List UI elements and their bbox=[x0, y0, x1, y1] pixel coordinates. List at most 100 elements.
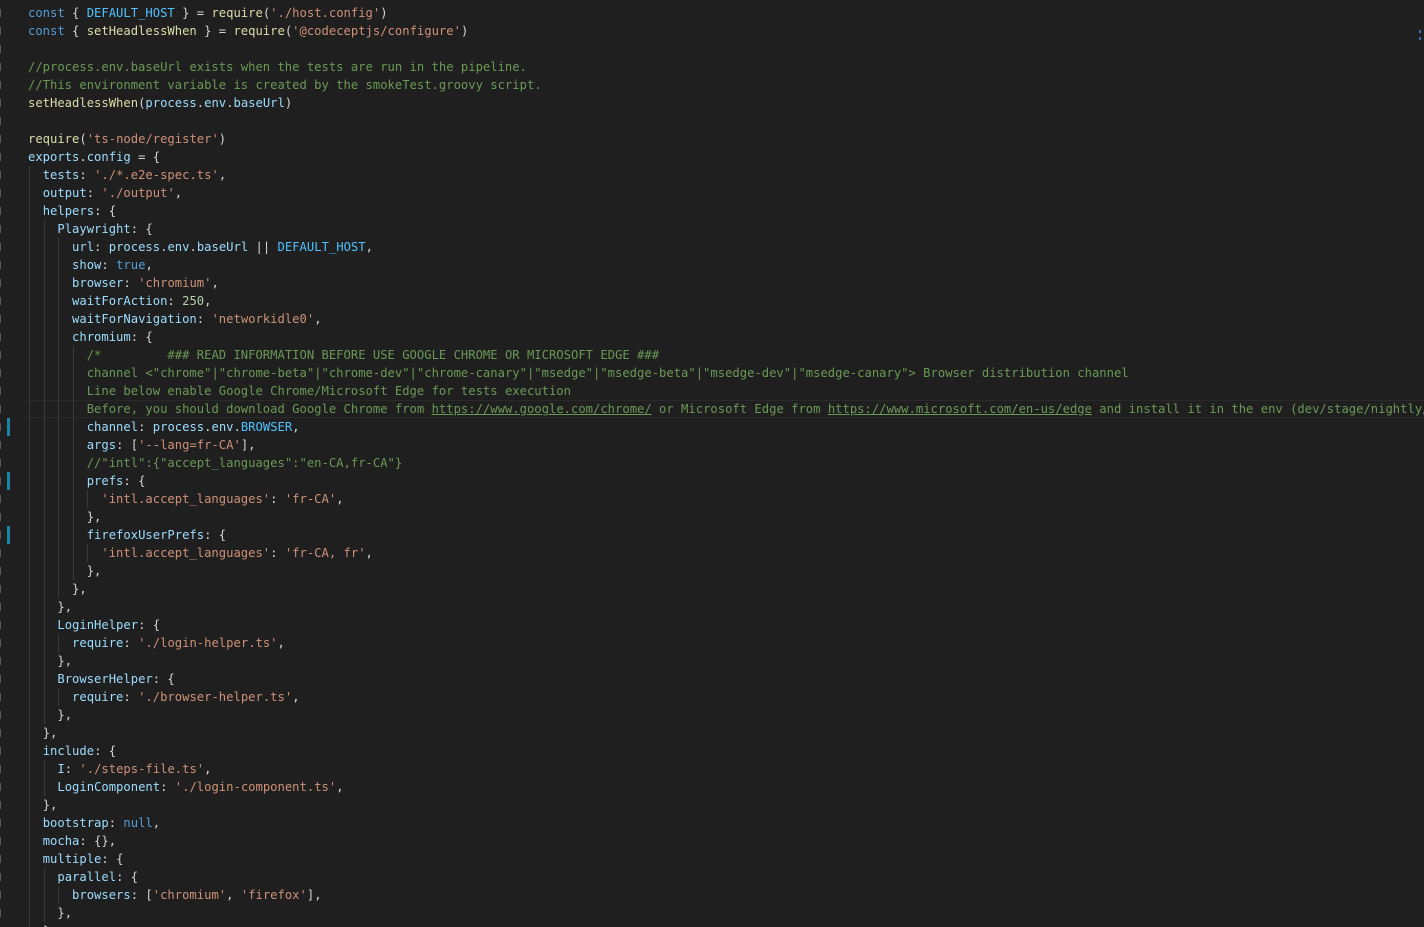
code-line[interactable]: parallel: { bbox=[28, 868, 1424, 886]
gutter-line[interactable] bbox=[0, 292, 14, 310]
code-line[interactable]: }, bbox=[28, 796, 1424, 814]
gutter-line[interactable] bbox=[0, 634, 14, 652]
code-line[interactable]: Playwright: { bbox=[28, 220, 1424, 238]
code-line[interactable]: LoginHelper: { bbox=[28, 616, 1424, 634]
code-line[interactable]: }, bbox=[28, 652, 1424, 670]
gutter-line[interactable] bbox=[0, 76, 14, 94]
code-line[interactable]: waitForNavigation: 'networkidle0', bbox=[28, 310, 1424, 328]
code-line[interactable]: args: ['--lang=fr-CA'], bbox=[28, 436, 1424, 454]
gutter-line[interactable] bbox=[0, 850, 14, 868]
code-line[interactable] bbox=[28, 112, 1424, 130]
code-line[interactable]: }, bbox=[28, 922, 1424, 927]
gutter-line[interactable] bbox=[0, 130, 14, 148]
gutter-line[interactable] bbox=[0, 310, 14, 328]
code-line[interactable]: require: './browser-helper.ts', bbox=[28, 688, 1424, 706]
code-line[interactable]: channel: process.env.BROWSER, bbox=[28, 418, 1424, 436]
gutter-line[interactable] bbox=[0, 688, 14, 706]
code-line[interactable]: multiple: { bbox=[28, 850, 1424, 868]
code-line[interactable]: waitForAction: 250, bbox=[28, 292, 1424, 310]
code-line[interactable]: require('ts-node/register') bbox=[28, 130, 1424, 148]
gutter-line[interactable] bbox=[0, 40, 14, 58]
gutter-line[interactable] bbox=[0, 220, 14, 238]
gutter-line[interactable] bbox=[0, 328, 14, 346]
gutter-line[interactable] bbox=[0, 796, 14, 814]
gutter-line[interactable] bbox=[0, 184, 14, 202]
code-line[interactable]: 'intl.accept_languages': 'fr-CA', bbox=[28, 490, 1424, 508]
code-line[interactable]: }, bbox=[28, 904, 1424, 922]
code-line[interactable]: I: './steps-file.ts', bbox=[28, 760, 1424, 778]
code-line[interactable]: helpers: { bbox=[28, 202, 1424, 220]
code-editor[interactable]: const { DEFAULT_HOST } = require('./host… bbox=[0, 0, 1424, 927]
gutter-line[interactable] bbox=[0, 238, 14, 256]
gutter-line[interactable] bbox=[0, 886, 14, 904]
code-line[interactable]: channel <"chrome"|"chrome-beta"|"chrome-… bbox=[28, 364, 1424, 382]
modified-line-indicator[interactable] bbox=[7, 472, 10, 490]
code-line[interactable]: //"intl":{"accept_languages":"en-CA,fr-C… bbox=[28, 454, 1424, 472]
gutter-line[interactable] bbox=[0, 418, 14, 436]
code-line[interactable]: BrowserHelper: { bbox=[28, 670, 1424, 688]
code-line[interactable]: Line below enable Google Chrome/Microsof… bbox=[28, 382, 1424, 400]
code-line[interactable]: }, bbox=[28, 598, 1424, 616]
gutter-line[interactable] bbox=[0, 58, 14, 76]
code-line[interactable]: }, bbox=[28, 706, 1424, 724]
gutter-line[interactable] bbox=[0, 598, 14, 616]
gutter-line[interactable] bbox=[0, 706, 14, 724]
code-line[interactable]: const { DEFAULT_HOST } = require('./host… bbox=[28, 4, 1424, 22]
code-line[interactable]: Before, you should download Google Chrom… bbox=[28, 400, 1424, 418]
gutter-line[interactable] bbox=[0, 742, 14, 760]
scrollbar-overview-ruler[interactable] bbox=[1419, 30, 1422, 50]
code-line[interactable]: //process.env.baseUrl exists when the te… bbox=[28, 58, 1424, 76]
code-line[interactable]: }, bbox=[28, 724, 1424, 742]
code-line[interactable]: const { setHeadlessWhen } = require('@co… bbox=[28, 22, 1424, 40]
code-line[interactable]: browser: 'chromium', bbox=[28, 274, 1424, 292]
code-line[interactable]: //This environment variable is created b… bbox=[28, 76, 1424, 94]
code-line[interactable]: }, bbox=[28, 580, 1424, 598]
gutter-line[interactable] bbox=[0, 832, 14, 850]
code-line[interactable]: mocha: {}, bbox=[28, 832, 1424, 850]
code-line[interactable]: /* ### READ INFORMATION BEFORE USE GOOGL… bbox=[28, 346, 1424, 364]
code-line[interactable]: prefs: { bbox=[28, 472, 1424, 490]
gutter-line[interactable] bbox=[0, 94, 14, 112]
gutter-line[interactable] bbox=[0, 454, 14, 472]
gutter-line[interactable] bbox=[0, 652, 14, 670]
code-line[interactable]: bootstrap: null, bbox=[28, 814, 1424, 832]
gutter-line[interactable] bbox=[0, 400, 14, 418]
gutter-line[interactable] bbox=[0, 868, 14, 886]
gutter-line[interactable] bbox=[0, 436, 14, 454]
code-line[interactable]: output: './output', bbox=[28, 184, 1424, 202]
code-line[interactable]: require: './login-helper.ts', bbox=[28, 634, 1424, 652]
code-line[interactable]: }, bbox=[28, 508, 1424, 526]
gutter-line[interactable] bbox=[0, 760, 14, 778]
gutter-line[interactable] bbox=[0, 148, 14, 166]
gutter-line[interactable] bbox=[0, 490, 14, 508]
gutter-line[interactable] bbox=[0, 256, 14, 274]
gutter-line[interactable] bbox=[0, 904, 14, 922]
code-line[interactable]: chromium: { bbox=[28, 328, 1424, 346]
gutter-line[interactable] bbox=[0, 346, 14, 364]
gutter-line[interactable] bbox=[0, 670, 14, 688]
gutter-line[interactable] bbox=[0, 922, 14, 927]
code-line[interactable]: LoginComponent: './login-component.ts', bbox=[28, 778, 1424, 796]
code-line[interactable]: include: { bbox=[28, 742, 1424, 760]
code-line[interactable]: exports.config = { bbox=[28, 148, 1424, 166]
code-area[interactable]: const { DEFAULT_HOST } = require('./host… bbox=[28, 4, 1424, 927]
code-line[interactable]: tests: './*.e2e-spec.ts', bbox=[28, 166, 1424, 184]
code-line[interactable]: show: true, bbox=[28, 256, 1424, 274]
gutter-line[interactable] bbox=[0, 724, 14, 742]
modified-line-indicator[interactable] bbox=[7, 418, 10, 436]
modified-line-indicator[interactable] bbox=[7, 526, 10, 544]
gutter-line[interactable] bbox=[0, 778, 14, 796]
gutter-line[interactable] bbox=[0, 580, 14, 598]
gutter-line[interactable] bbox=[0, 112, 14, 130]
gutter-line[interactable] bbox=[0, 526, 14, 544]
code-line[interactable]: browsers: ['chromium', 'firefox'], bbox=[28, 886, 1424, 904]
gutter-line[interactable] bbox=[0, 166, 14, 184]
gutter-line[interactable] bbox=[0, 22, 14, 40]
gutter-line[interactable] bbox=[0, 616, 14, 634]
gutter-line[interactable] bbox=[0, 4, 14, 22]
gutter-line[interactable] bbox=[0, 382, 14, 400]
code-line[interactable]: firefoxUserPrefs: { bbox=[28, 526, 1424, 544]
code-line[interactable]: setHeadlessWhen(process.env.baseUrl) bbox=[28, 94, 1424, 112]
gutter-line[interactable] bbox=[0, 274, 14, 292]
gutter-line[interactable] bbox=[0, 472, 14, 490]
